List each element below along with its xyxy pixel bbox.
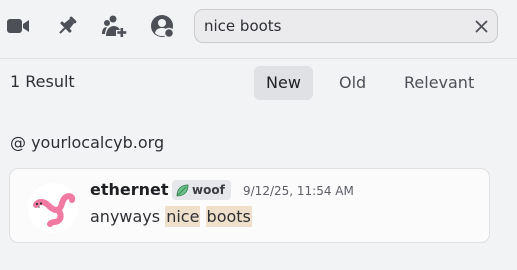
leaf-icon [176, 184, 189, 196]
search-box [194, 9, 498, 43]
channel-label: @ yourlocalcyb.org [10, 133, 165, 152]
sort-new-button[interactable]: New [254, 66, 313, 100]
toolbar [0, 0, 517, 52]
search-input[interactable] [195, 10, 465, 42]
header-divider [0, 58, 517, 59]
worm-avatar-icon [33, 193, 76, 227]
sort-old-button[interactable]: Old [327, 66, 378, 100]
pin-icon[interactable] [54, 13, 80, 39]
search-highlight: nice [165, 206, 201, 227]
message-timestamp: 9/12/25, 11:54 AM [243, 184, 354, 198]
result-count: 1 Result [10, 72, 75, 91]
server-tag[interactable]: woof [172, 180, 231, 200]
search-result-message[interactable]: ethernet woof 9/12/25, 11:54 AM anyways … [9, 168, 490, 243]
message-content: anyways nice boots [90, 206, 252, 227]
user-profile-icon[interactable] [149, 13, 175, 39]
search-highlight: boots [205, 206, 252, 227]
add-member-icon[interactable] [102, 13, 128, 39]
server-tag-label: woof [192, 183, 225, 197]
video-camera-icon[interactable] [5, 13, 31, 39]
clear-search-icon[interactable] [473, 18, 489, 34]
sort-relevant-button[interactable]: Relevant [392, 66, 486, 100]
avatar[interactable] [28, 183, 78, 233]
message-author[interactable]: ethernet [90, 180, 169, 199]
message-text: anyways [90, 207, 166, 226]
